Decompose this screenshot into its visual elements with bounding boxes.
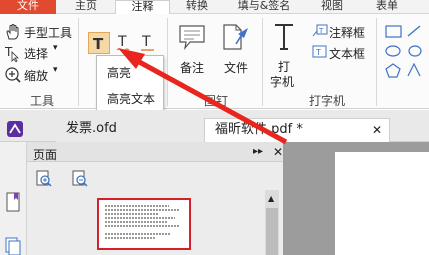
annotation-arrow	[118, 48, 288, 145]
